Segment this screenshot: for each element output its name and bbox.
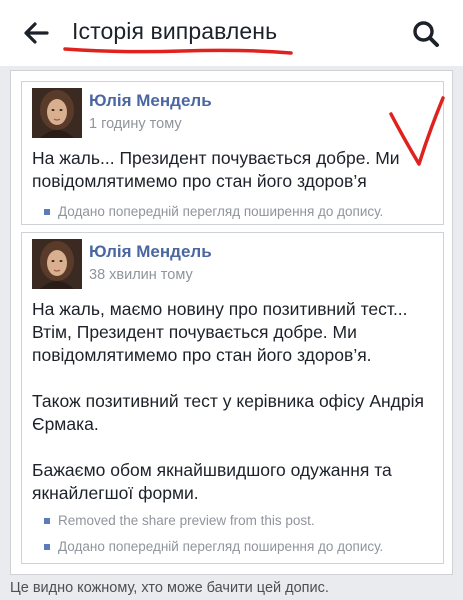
post-text: На жаль, маємо новину про позитивний тес…	[32, 298, 442, 505]
post-text-line: якнайлегшої форми.	[32, 483, 199, 503]
post-text-line: Єрмака.	[32, 414, 99, 434]
bullet-icon	[44, 208, 50, 215]
post-text-line: Втім, Президент почувається добре. Ми	[32, 322, 357, 342]
back-button[interactable]	[20, 17, 52, 49]
search-icon	[413, 21, 439, 47]
author-name-link[interactable]: Юлія Мендель	[89, 242, 212, 262]
page-title: Історія виправлень	[72, 18, 278, 44]
change-note: Removed the share preview from this post…	[44, 513, 315, 528]
search-button[interactable]	[410, 18, 442, 50]
bullet-icon	[44, 517, 50, 524]
red-underline-annotation	[63, 47, 293, 55]
change-note-text: Removed the share preview from this post…	[58, 513, 315, 528]
post-text-line: На жаль, маємо новину про позитивний тес…	[32, 299, 408, 319]
post-text-line: Бажаємо обом якнайшвидшого одужання та	[32, 460, 392, 480]
avatar-image	[32, 239, 82, 289]
post-text-line: повідомлятимемо про стан його здоров’я	[32, 171, 367, 191]
bullet-icon	[44, 543, 50, 550]
post-text: На жаль... Президент почувається добре. …	[32, 147, 442, 193]
post-text-line: повідомлятимемо про стан його здоров’я.	[32, 345, 372, 365]
timestamp[interactable]: 38 хвилин тому	[89, 267, 193, 283]
change-note-text: Додано попередній перегляд поширення до …	[58, 204, 384, 219]
post-text-line: На жаль... Президент почувається добре. …	[32, 148, 400, 168]
arrow-left-icon	[24, 22, 49, 44]
header-bar: Історія виправлень	[0, 0, 463, 66]
visibility-note: Це видно кожному, хто може бачити цей до…	[10, 580, 329, 596]
change-note: Додано попередній перегляд поширення до …	[44, 204, 383, 219]
avatar[interactable]	[32, 88, 82, 138]
author-name-link[interactable]: Юлія Мендель	[89, 91, 212, 111]
post-text-line: Також позитивний тест у керівника офісу …	[32, 391, 424, 411]
timestamp[interactable]: 1 годину тому	[89, 116, 182, 132]
avatar-image	[32, 88, 82, 138]
revision-card: Юлія Мендель 1 годину тому На жаль... Пр…	[21, 81, 444, 225]
revision-card: Юлія Мендель 38 хвилин тому На жаль, має…	[21, 232, 444, 564]
avatar[interactable]	[32, 239, 82, 289]
change-note-text: Додано попередній перегляд поширення до …	[58, 539, 384, 554]
change-note: Додано попередній перегляд поширення до …	[44, 539, 383, 554]
edit-history-list: Юлія Мендель 1 годину тому На жаль... Пр…	[10, 70, 453, 575]
